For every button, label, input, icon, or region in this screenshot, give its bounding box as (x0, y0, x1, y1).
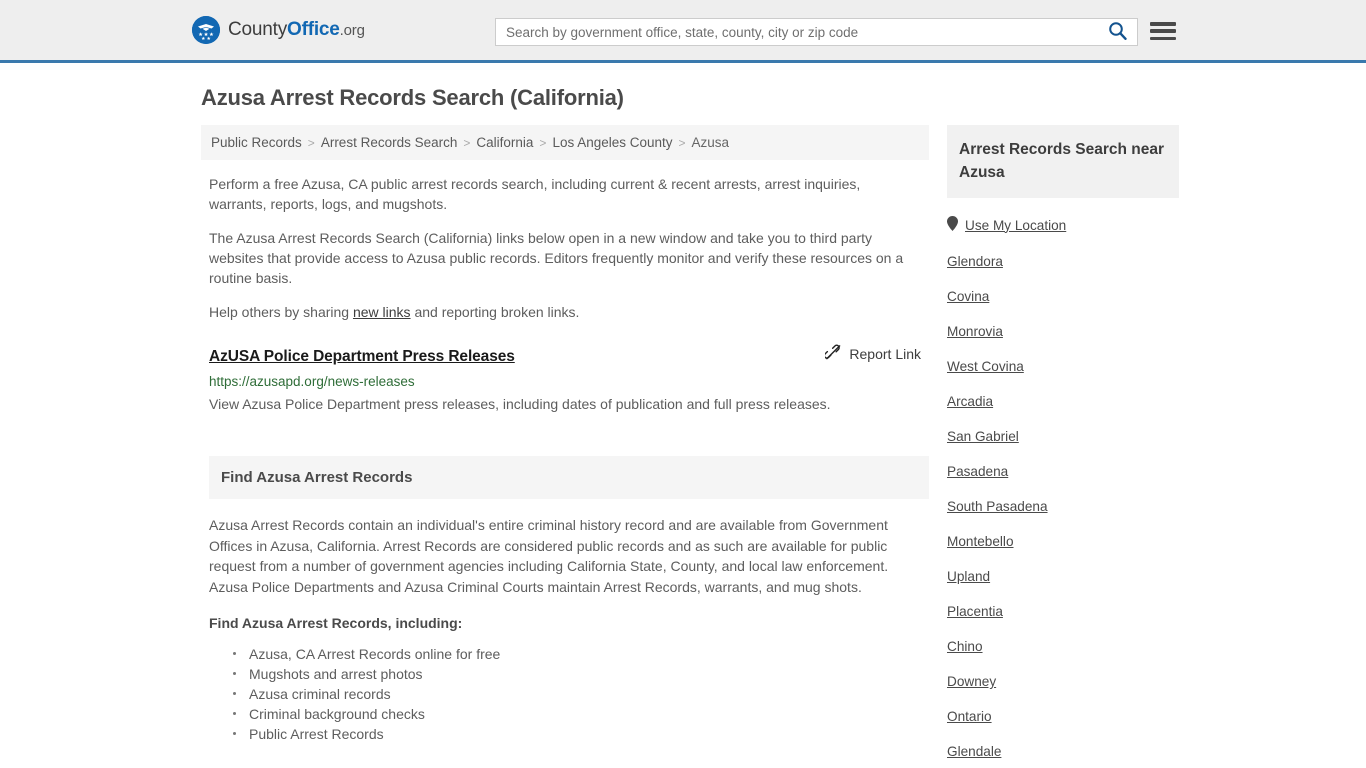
breadcrumb-item-california[interactable]: California (476, 135, 533, 150)
list-item: Azusa criminal records (231, 684, 929, 704)
section-list: Azusa, CA Arrest Records online for free… (231, 644, 929, 744)
nearby-city-link-downey[interactable]: Downey (947, 674, 996, 689)
result-url: https://azusapd.org/news-releases (209, 374, 415, 389)
new-links-link[interactable]: new links (353, 304, 411, 320)
nearby-city-item[interactable]: Placentia (947, 604, 1179, 619)
breadcrumb-item-los-angeles-county[interactable]: Los Angeles County (552, 135, 672, 150)
hamburger-bar-2 (1150, 29, 1176, 33)
nearby-city-item[interactable]: South Pasadena (947, 499, 1179, 514)
site-logo-text: CountyOffice.org (228, 19, 365, 41)
nearby-city-link-san-gabriel[interactable]: San Gabriel (947, 429, 1019, 444)
nearby-city-item[interactable]: Montebello (947, 534, 1179, 549)
page-layout: Public Records > Arrest Records Search > Cal… (193, 125, 1179, 768)
brand-suffix: .org (339, 22, 365, 39)
breadcrumb-item-arrest-records-search[interactable]: Arrest Records Search (321, 135, 458, 150)
page-title: Azusa Arrest Records Search (California) (201, 85, 624, 110)
search-bar[interactable] (495, 18, 1138, 46)
list-item: Mugshots and arrest photos (231, 664, 929, 684)
use-my-location-link[interactable]: Use My Location (965, 218, 1066, 233)
nearby-city-link-glendora[interactable]: Glendora (947, 254, 1003, 269)
result-title-link[interactable]: AzUSA Police Department Press Releases (209, 348, 515, 366)
breadcrumb-item-public-records[interactable]: Public Records (211, 135, 302, 150)
nearby-city-link-placentia[interactable]: Placentia (947, 604, 1003, 619)
sidebar-heading: Arrest Records Search near Azusa (947, 125, 1179, 198)
hamburger-bar-1 (1150, 22, 1176, 26)
nearby-city-item[interactable]: Downey (947, 674, 1179, 689)
section-body: Azusa Arrest Records contain an individu… (209, 515, 929, 744)
nearby-city-link-ontario[interactable]: Ontario (947, 709, 992, 724)
section-list-heading: Find Azusa Arrest Records, including: (209, 615, 463, 631)
intro-section: Perform a free Azusa, CA public arrest r… (201, 174, 929, 322)
nearby-city-item[interactable]: Pasadena (947, 464, 1179, 479)
main-content: Public Records > Arrest Records Search > Cal… (201, 125, 929, 744)
nearby-city-link-south-pasadena[interactable]: South Pasadena (947, 499, 1048, 514)
nearby-city-link-chino[interactable]: Chino (947, 639, 983, 654)
search-icon (1108, 21, 1127, 43)
brand-prefix: County (228, 19, 288, 40)
nearby-city-link-covina[interactable]: Covina (947, 289, 989, 304)
nearby-city-item[interactable]: Ontario (947, 709, 1179, 724)
map-pin-icon (947, 216, 958, 234)
nearby-city-item[interactable]: West Covina (947, 359, 1179, 374)
site-header: CountyOffice.org (0, 0, 1366, 63)
nearby-city-item[interactable]: Glendale (947, 744, 1179, 759)
nearby-city-link-upland[interactable]: Upland (947, 569, 990, 584)
nearby-city-item[interactable]: Glendora (947, 254, 1179, 269)
intro-paragraph-3: Help others by sharing new links and rep… (209, 302, 915, 322)
nearby-city-link-monrovia[interactable]: Monrovia (947, 324, 1003, 339)
search-input[interactable] (496, 19, 1097, 45)
search-button[interactable] (1097, 19, 1137, 45)
result-header-row: AzUSA Police Department Press Releases R… (209, 344, 929, 366)
nearby-city-item[interactable]: Covina (947, 289, 1179, 304)
nearby-city-item[interactable]: Chino (947, 639, 1179, 654)
sidebar: Arrest Records Search near Azusa Use My … (947, 125, 1179, 768)
nearby-city-link-west-covina[interactable]: West Covina (947, 359, 1024, 374)
nearby-city-item[interactable]: Monrovia (947, 324, 1179, 339)
nearby-city-item[interactable]: San Gabriel (947, 429, 1179, 444)
breadcrumb-separator: > (539, 135, 547, 150)
report-link-button[interactable]: Report Link (824, 344, 929, 364)
section-heading: Find Azusa Arrest Records (209, 456, 929, 499)
list-item: Criminal background checks (231, 704, 929, 724)
intro-paragraph-2: The Azusa Arrest Records Search (Califor… (209, 230, 904, 286)
nearby-city-link-glendale[interactable]: Glendale (947, 744, 1001, 759)
breadcrumb: Public Records > Arrest Records Search > Cal… (201, 125, 929, 160)
nearby-city-link-montebello[interactable]: Montebello (947, 534, 1014, 549)
share-text-before: Help others by sharing (209, 304, 353, 320)
breadcrumb-separator: > (307, 135, 315, 150)
hamburger-bar-3 (1150, 36, 1176, 40)
nearby-city-link-arcadia[interactable]: Arcadia (947, 394, 993, 409)
result-item: AzUSA Police Department Press Releases R… (209, 344, 929, 414)
nearby-city-link-pasadena[interactable]: Pasadena (947, 464, 1008, 479)
intro-paragraph-1: Perform a free Azusa, CA public arrest r… (209, 176, 861, 212)
share-text-after: and reporting broken links. (410, 304, 580, 320)
hamburger-menu-icon[interactable] (1150, 20, 1176, 42)
brand-bold: Office (287, 19, 340, 40)
page-container: Azusa Arrest Records Search (California)… (193, 63, 1179, 768)
list-item: Public Arrest Records (231, 724, 929, 744)
breadcrumb-separator: > (678, 135, 686, 150)
nearby-cities-list: Use My Location Glendora Covina Monrovia Wes… (947, 216, 1179, 759)
broken-link-icon (824, 344, 842, 364)
breadcrumb-separator: > (463, 135, 471, 150)
report-link-label: Report Link (849, 346, 921, 362)
list-item: Azusa, CA Arrest Records online for free (231, 644, 929, 664)
result-description: View Azusa Police Department press relea… (209, 396, 831, 412)
nearby-city-item[interactable]: Arcadia (947, 394, 1179, 409)
nearby-city-item[interactable]: Upland (947, 569, 1179, 584)
breadcrumb-item-azusa: Azusa (691, 135, 730, 150)
use-my-location-item[interactable]: Use My Location (947, 216, 1179, 234)
section-paragraph: Azusa Arrest Records contain an individu… (209, 517, 889, 595)
countyoffice-eagle-logo (192, 16, 220, 44)
site-logo-link[interactable]: CountyOffice.org (192, 16, 365, 44)
